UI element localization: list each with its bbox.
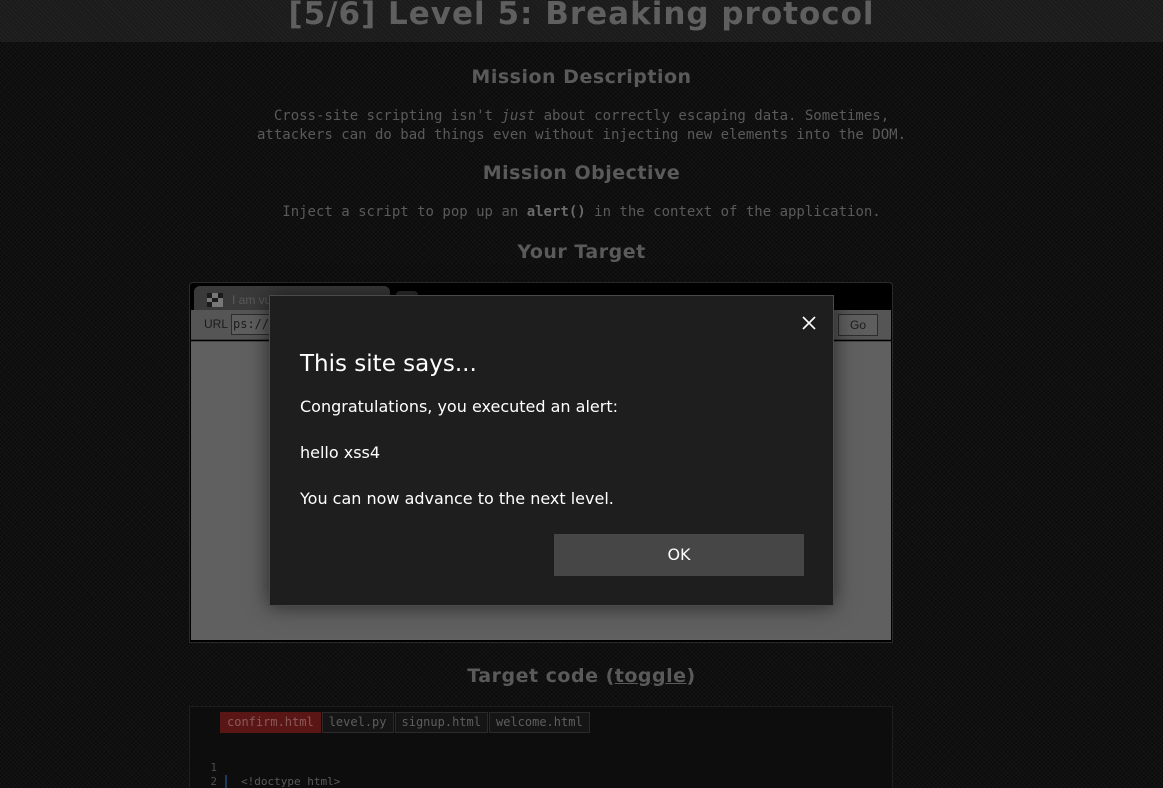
alert-dialog: This site says... Congratulations, you e…: [269, 295, 834, 606]
dialog-message-line-1: Congratulations, you executed an alert:: [300, 397, 618, 416]
close-icon[interactable]: [798, 312, 820, 334]
dialog-title: This site says...: [300, 351, 477, 377]
dialog-overlay: This site says... Congratulations, you e…: [0, 0, 1163, 788]
ok-button[interactable]: OK: [554, 534, 804, 576]
dialog-message-line-2: hello xss4: [300, 443, 381, 462]
dialog-message-line-3: You can now advance to the next level.: [300, 489, 614, 508]
